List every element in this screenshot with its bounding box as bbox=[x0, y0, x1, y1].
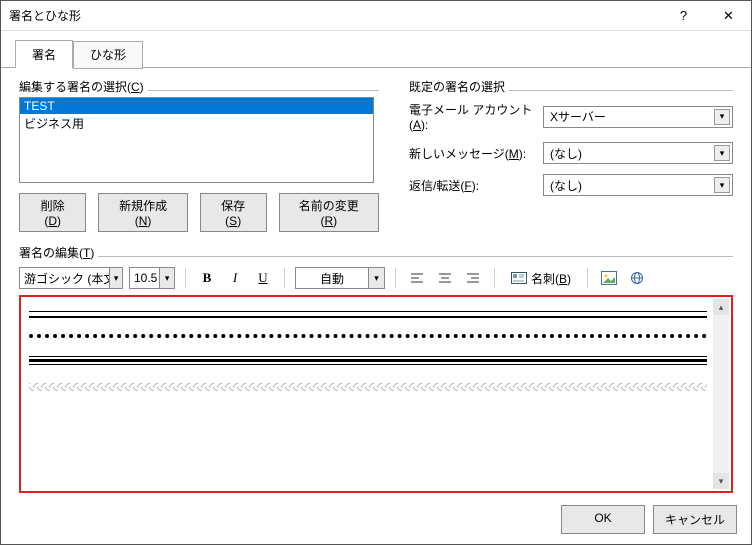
reply-label: 返信/転送(F): bbox=[409, 177, 537, 194]
hr-dotted bbox=[29, 334, 707, 338]
chevron-down-icon: ▾ bbox=[368, 268, 384, 288]
scroll-up-icon[interactable]: ▴ bbox=[713, 299, 729, 315]
businesscard-button[interactable]: 名刺(B) bbox=[505, 267, 577, 289]
delete-button[interactable]: 削除(D) bbox=[19, 193, 86, 232]
new-button[interactable]: 新規作成(N) bbox=[98, 193, 187, 232]
align-left-button[interactable] bbox=[406, 267, 428, 289]
signature-select-legend: 編集する署名の選択(C) bbox=[19, 78, 144, 95]
default-signature-group: 既定の署名の選択 電子メール アカウント(A): Xサーバー ▾ 新しいメッセー… bbox=[409, 78, 733, 232]
ok-button[interactable]: OK bbox=[561, 505, 645, 534]
tab-content: 編集する署名の選択(C) TEST ビジネス用 削除(D) 新規作成(N) bbox=[1, 68, 751, 495]
underline-button[interactable]: U bbox=[252, 267, 274, 289]
signature-select-group: 編集する署名の選択(C) TEST ビジネス用 削除(D) 新規作成(N) bbox=[19, 78, 379, 232]
reply-select[interactable]: (なし) ▾ bbox=[543, 174, 733, 196]
list-item[interactable]: TEST bbox=[20, 98, 373, 114]
format-toolbar: 游ゴシック (本文の ▾ 10.5 ▾ B I U 自動 ▾ bbox=[19, 265, 733, 291]
hr-wavy bbox=[29, 383, 707, 391]
dialog-window: 署名とひな形 ? ✕ 署名 ひな形 編集する署名の選択(C) TEST ビジネス… bbox=[0, 0, 752, 545]
newmsg-label: 新しいメッセージ(M): bbox=[409, 145, 537, 162]
account-select[interactable]: Xサーバー ▾ bbox=[543, 106, 733, 128]
card-icon bbox=[511, 272, 527, 284]
scrollbar[interactable]: ▴ ▾ bbox=[713, 299, 729, 489]
newmsg-select[interactable]: (なし) ▾ bbox=[543, 142, 733, 164]
tab-signature[interactable]: 署名 bbox=[15, 40, 73, 68]
fontcolor-combo[interactable]: 自動 ▾ bbox=[295, 267, 385, 289]
align-center-button[interactable] bbox=[434, 267, 456, 289]
tab-strip: 署名 ひな形 bbox=[1, 31, 751, 68]
align-right-button[interactable] bbox=[462, 267, 484, 289]
signature-button-row: 削除(D) 新規作成(N) 保存(S) 名前の変更(R) bbox=[19, 193, 379, 232]
rename-button[interactable]: 名前の変更(R) bbox=[279, 193, 379, 232]
font-combo[interactable]: 游ゴシック (本文の ▾ bbox=[19, 267, 123, 289]
hr-thin bbox=[29, 311, 707, 312]
account-label: 電子メール アカウント(A): bbox=[409, 101, 537, 132]
scroll-down-icon[interactable]: ▾ bbox=[713, 473, 729, 489]
editor-content[interactable] bbox=[25, 301, 711, 391]
hr-thick bbox=[29, 316, 707, 318]
insert-hyperlink-button[interactable] bbox=[626, 267, 648, 289]
cancel-button[interactable]: キャンセル bbox=[653, 505, 737, 534]
edit-signature-group: 署名の編集(T) 游ゴシック (本文の ▾ 10.5 ▾ B I U bbox=[19, 244, 733, 493]
chevron-down-icon: ▾ bbox=[714, 109, 730, 125]
close-button[interactable]: ✕ bbox=[706, 1, 751, 30]
chevron-down-icon: ▾ bbox=[159, 268, 174, 288]
titlebar: 署名とひな形 ? ✕ bbox=[1, 1, 751, 31]
edit-signature-legend: 署名の編集(T) bbox=[19, 244, 94, 261]
hr-triple bbox=[29, 356, 707, 365]
top-row: 編集する署名の選択(C) TEST ビジネス用 削除(D) 新規作成(N) bbox=[19, 78, 733, 232]
default-signature-form: 電子メール アカウント(A): Xサーバー ▾ 新しいメッセージ(M): (なし… bbox=[409, 101, 733, 196]
chevron-down-icon: ▾ bbox=[714, 177, 730, 193]
fontsize-combo[interactable]: 10.5 ▾ bbox=[129, 267, 175, 289]
save-button[interactable]: 保存(S) bbox=[200, 193, 267, 232]
default-signature-legend: 既定の署名の選択 bbox=[409, 78, 505, 95]
italic-button[interactable]: I bbox=[224, 267, 246, 289]
window-title: 署名とひな形 bbox=[9, 7, 661, 24]
tab-stationery[interactable]: ひな形 bbox=[73, 41, 143, 69]
chevron-down-icon: ▾ bbox=[109, 268, 122, 288]
signature-listbox[interactable]: TEST ビジネス用 bbox=[19, 97, 374, 183]
help-button[interactable]: ? bbox=[661, 1, 706, 30]
signature-editor[interactable]: ▴ ▾ bbox=[19, 295, 733, 493]
bold-button[interactable]: B bbox=[196, 267, 218, 289]
dialog-footer: OK キャンセル bbox=[1, 495, 751, 544]
insert-picture-button[interactable] bbox=[598, 267, 620, 289]
list-item[interactable]: ビジネス用 bbox=[20, 114, 373, 133]
chevron-down-icon: ▾ bbox=[714, 145, 730, 161]
